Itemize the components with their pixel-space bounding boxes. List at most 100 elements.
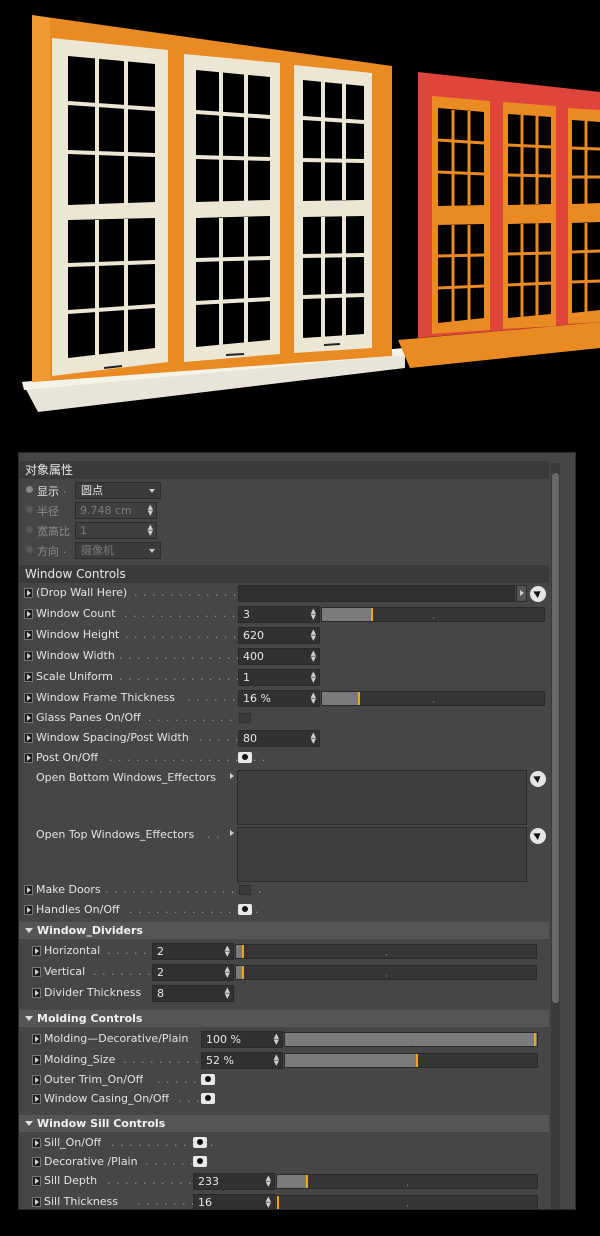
aspect-field[interactable]: 1 ▲ ▼ [75, 522, 157, 539]
window-width-field[interactable]: 400 ▲ ▼ [238, 648, 320, 665]
animate-icon[interactable] [32, 1075, 41, 1085]
open-top-label: Open Top Windows_Effectors [36, 828, 195, 841]
aspect-radio[interactable] [26, 526, 33, 533]
animate-icon[interactable] [24, 713, 33, 723]
horizontal-field[interactable]: 2 ▲ ▼ [152, 943, 234, 960]
molding-size-slider[interactable] [284, 1053, 538, 1068]
eye-icon[interactable] [201, 1074, 215, 1085]
radius-radio[interactable] [26, 506, 33, 513]
direction-row: 方向 . 摄像机 [19, 541, 551, 561]
animate-icon[interactable] [32, 1034, 41, 1044]
animate-icon[interactable] [24, 588, 33, 598]
eye-icon[interactable] [193, 1156, 207, 1167]
animate-icon[interactable] [24, 651, 33, 661]
slider-handle[interactable] [242, 945, 244, 958]
make-doors-checkbox[interactable] [239, 885, 251, 895]
slider-handle[interactable] [306, 1175, 308, 1188]
molding-group-header[interactable]: Molding Controls [19, 1010, 549, 1027]
scrollbar-thumb[interactable] [552, 473, 559, 1003]
animate-icon[interactable] [32, 946, 41, 956]
sill-depth-field[interactable]: 233 ▲ ▼ [193, 1173, 275, 1190]
vertical-value: 2 [157, 966, 164, 979]
horizontal-value: 2 [157, 945, 164, 958]
vertical-label: Vertical [44, 965, 86, 978]
link-arrow-button[interactable] [516, 585, 527, 602]
animate-icon[interactable] [32, 967, 41, 977]
scale-uniform-field[interactable]: 1 ▲ ▼ [238, 669, 320, 686]
radius-field[interactable]: 9.748 cm ▲ ▼ [75, 502, 157, 519]
animate-icon[interactable] [24, 672, 33, 682]
frame-thickness-field[interactable]: 16 % ▲ ▼ [238, 690, 320, 707]
slider-handle[interactable] [358, 692, 360, 705]
drop-wall-link-field[interactable] [238, 585, 515, 602]
sill-thickness-slider[interactable] [276, 1195, 538, 1209]
molding-decorative-field[interactable]: 100 % ▲ ▼ [201, 1031, 283, 1048]
animate-icon[interactable] [24, 693, 33, 703]
animate-icon[interactable] [24, 753, 33, 763]
slider-fill [277, 1175, 306, 1188]
molding-size-field[interactable]: 52 % ▲ ▼ [201, 1052, 283, 1069]
slider-handle[interactable] [371, 608, 373, 621]
sill-thickness-value: 16 [198, 1196, 212, 1209]
spacing-field[interactable]: 80 ▲ ▼ [238, 730, 320, 747]
pick-cursor-icon[interactable] [530, 771, 546, 787]
animate-icon[interactable] [32, 1055, 41, 1065]
slider-fill [322, 608, 371, 621]
eye-icon[interactable] [238, 904, 252, 915]
dividers-group-header[interactable]: Window_Dividers [19, 922, 549, 939]
window-count-field[interactable]: 3 ▲ ▼ [238, 606, 320, 623]
slider-fill [285, 1033, 537, 1046]
glass-panes-label: Glass Panes On/Off [36, 711, 141, 724]
sill-decorative-label: Decorative /Plain [44, 1155, 138, 1168]
direction-dropdown[interactable]: 摄像机 [75, 542, 161, 559]
molding-decorative-slider[interactable] [284, 1032, 538, 1047]
molding-size-value: 52 % [206, 1054, 234, 1067]
animate-icon[interactable] [24, 905, 33, 915]
sill-depth-slider[interactable] [276, 1174, 538, 1189]
animate-icon[interactable] [32, 1157, 41, 1167]
horizontal-slider[interactable] [235, 944, 537, 959]
eye-icon[interactable] [193, 1137, 207, 1148]
pick-cursor-icon[interactable] [530, 586, 546, 602]
animate-icon[interactable] [24, 630, 33, 640]
pick-cursor-icon[interactable] [530, 828, 546, 844]
frame-thickness-slider[interactable] [321, 691, 545, 706]
display-dropdown[interactable]: 圆点 [75, 482, 161, 499]
animate-icon[interactable] [24, 733, 33, 743]
open-bottom-label: Open Bottom Windows_Effectors [36, 771, 216, 784]
slider-handle[interactable] [277, 1196, 279, 1209]
display-radio[interactable] [26, 486, 33, 493]
vertical-field[interactable]: 2 ▲ ▼ [152, 964, 234, 981]
eye-icon[interactable] [238, 752, 252, 763]
display-label: 显示 [37, 485, 59, 498]
open-top-effectors-list[interactable] [237, 827, 527, 882]
animate-icon[interactable] [32, 1094, 41, 1104]
display-value: 圆点 [81, 484, 103, 497]
window-count-slider[interactable] [321, 607, 545, 622]
animate-icon[interactable] [32, 988, 41, 998]
animate-icon[interactable] [32, 1176, 41, 1186]
animate-icon[interactable] [24, 885, 33, 895]
aspect-value: 1 [80, 524, 87, 537]
expand-arrow-icon[interactable] [230, 830, 234, 836]
scale-uniform-row: Scale Uniform . . . . . . . . . . . . . … [19, 668, 551, 688]
scrollbar-track[interactable] [551, 463, 560, 1209]
spinner-icon: ▲ ▼ [273, 1032, 279, 1046]
expand-arrow-icon[interactable] [230, 773, 234, 779]
animate-icon[interactable] [24, 609, 33, 619]
open-bottom-effectors-list[interactable] [237, 770, 527, 825]
eye-icon[interactable] [201, 1093, 215, 1104]
window-height-value: 620 [243, 629, 264, 642]
sill-thickness-field[interactable]: 16 ▲ ▼ [193, 1194, 275, 1209]
animate-icon[interactable] [32, 1138, 41, 1148]
direction-radio[interactable] [26, 546, 33, 553]
sill-group-header[interactable]: Window Sill Controls [19, 1115, 549, 1132]
animate-icon[interactable] [32, 1197, 41, 1207]
vertical-slider[interactable] [235, 965, 537, 980]
slider-handle[interactable] [534, 1033, 536, 1046]
slider-handle[interactable] [242, 966, 244, 979]
divider-thickness-field[interactable]: 8 ▲ ▼ [152, 985, 234, 1002]
window-height-field[interactable]: 620 ▲ ▼ [238, 627, 320, 644]
slider-handle[interactable] [416, 1054, 418, 1067]
glass-panes-checkbox[interactable] [239, 713, 251, 723]
